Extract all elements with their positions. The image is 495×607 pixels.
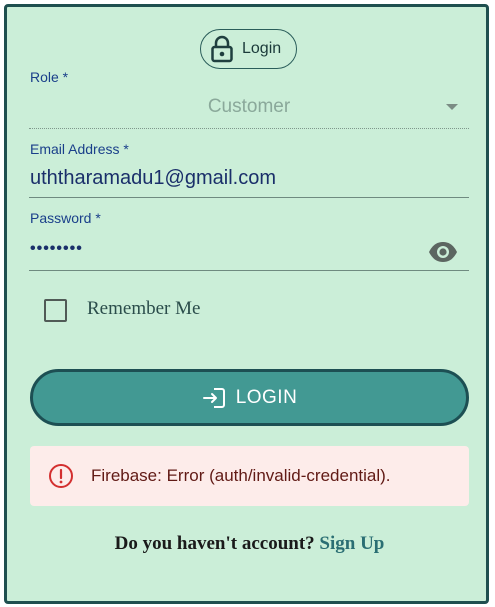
remember-me-label[interactable]: Remember Me (87, 298, 200, 320)
login-button-label: LOGIN (235, 386, 298, 408)
email-field[interactable]: uththaramadu1@gmail.com (30, 167, 276, 190)
signup-prompt: Do you haven't account? (114, 533, 315, 554)
login-button[interactable]: LOGIN (30, 369, 469, 426)
role-underline (29, 128, 469, 129)
password-underline (29, 270, 469, 271)
password-field[interactable]: •••••••• (30, 240, 83, 258)
email-underline (29, 197, 469, 198)
error-icon (49, 464, 73, 488)
error-message: Firebase: Error (auth/invalid-credential… (91, 466, 391, 485)
password-label: Password * (30, 210, 101, 226)
lock-icon (211, 35, 233, 63)
login-badge: Login (200, 29, 297, 69)
remember-me-checkbox[interactable] (44, 299, 67, 322)
error-alert: Firebase: Error (auth/invalid-credential… (30, 446, 469, 506)
email-label: Email Address * (30, 141, 129, 157)
login-badge-label: Login (242, 40, 282, 57)
chevron-down-icon[interactable] (446, 104, 458, 110)
eye-icon[interactable] (428, 240, 458, 264)
login-card: Login Role * Customer Email Address * ut… (4, 4, 489, 604)
role-select[interactable]: Customer (29, 96, 469, 118)
signup-row: Do you haven't account? Sign Up (7, 533, 492, 555)
login-icon (202, 387, 225, 408)
sign-up-link[interactable]: Sign Up (319, 533, 384, 554)
role-label: Role * (30, 69, 69, 85)
